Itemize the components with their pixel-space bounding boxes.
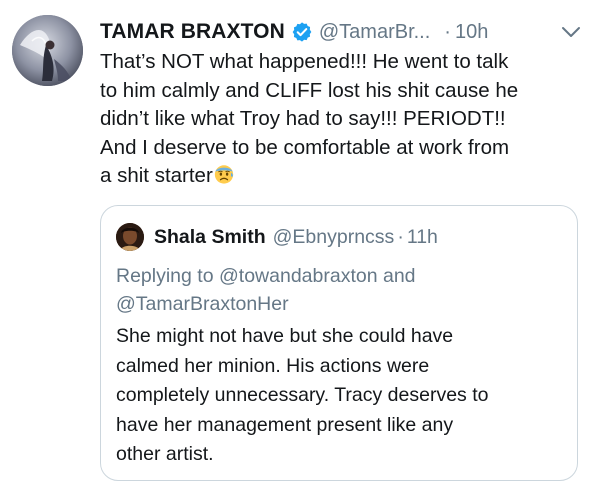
quoted-author-name: Shala Smith	[154, 225, 266, 248]
quoted-text-line: completely unnecessary. Tracy deserves t…	[116, 384, 489, 406]
replying-mention: @towandabraxton	[218, 265, 378, 287]
anxious-face-with-sweat-icon	[213, 163, 235, 185]
separator-dot: ·	[444, 20, 451, 43]
quoted-tweet-text: She might not have but she could have ca…	[116, 322, 566, 470]
tweet-text-line: didn’t like what Troy had to say!!! PERI…	[100, 107, 506, 130]
replying-to: Replying to @towandabraxton and @TamarBr…	[116, 262, 566, 318]
tweet-text-line: to him calmly and CLIFF lost his shit ca…	[100, 78, 519, 102]
separator-dot: ·	[397, 225, 404, 248]
chevron-down-icon[interactable]	[560, 22, 582, 42]
tweet-text-line: And I deserve to be comfortable at work …	[100, 135, 510, 159]
author-avatar[interactable]	[12, 15, 83, 86]
tweet-header: TAMAR BRAXTON @TamarBr... · 10h	[100, 18, 488, 46]
author-handle[interactable]: @TamarBr...	[319, 21, 430, 44]
author-name[interactable]: TAMAR BRAXTON	[100, 20, 285, 44]
quoted-tweet-header: Shala Smith @Ebnyprncss · 11h	[116, 222, 438, 252]
replying-to-label: Replying to	[116, 265, 214, 287]
verified-badge-icon	[291, 21, 313, 43]
quoted-tweet[interactable]: Shala Smith @Ebnyprncss · 11h Replying t…	[100, 205, 578, 481]
quoted-text-line: have her management present like any	[116, 413, 454, 436]
tweet-text-line: a shit starter	[100, 164, 213, 187]
avatar-image	[12, 15, 83, 86]
quoted-text-line: other artist.	[116, 443, 214, 465]
tweet-text: That’s NOT what happened!!! He went to t…	[100, 48, 580, 191]
quoted-text-line: She might not have but she could have	[116, 325, 454, 347]
quoted-tweet-timestamp: 11h	[406, 225, 438, 248]
tweet-timestamp[interactable]: 10h	[455, 21, 488, 44]
replying-and-label: and	[382, 265, 416, 287]
quoted-text-line: calmed her minion. His actions were	[116, 354, 430, 377]
replying-mention: @TamarBraxtonHer	[116, 293, 289, 315]
quoted-author-avatar	[116, 223, 144, 251]
tweet-text-line: That’s NOT what happened!!! He went to t…	[100, 50, 509, 73]
tweet[interactable]: TAMAR BRAXTON @TamarBr... · 10h That’s N…	[0, 0, 595, 491]
quoted-author-handle: @Ebnyprncss	[272, 225, 395, 248]
